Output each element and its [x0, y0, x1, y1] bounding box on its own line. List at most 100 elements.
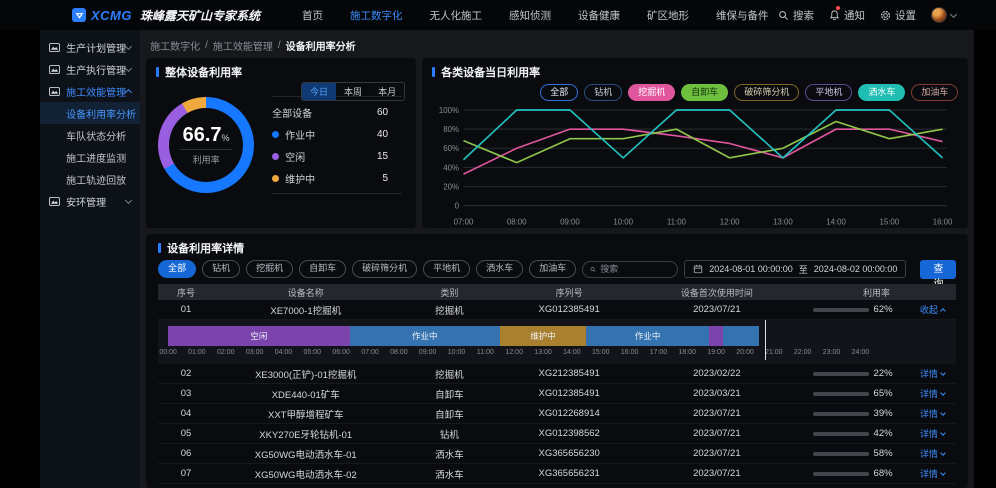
detail-link[interactable]: 详情 [908, 387, 956, 400]
sidebar-subitem-2[interactable]: 施工进度监测 [40, 146, 140, 168]
daily-filter-pill-2[interactable]: 挖掘机 [628, 84, 675, 101]
nav-item-1[interactable]: 施工数字化 [350, 8, 403, 23]
sidebar-group-3[interactable]: 安环管理 [40, 190, 140, 212]
cell-name: XE3000(正铲)-01挖掘机 [214, 367, 398, 381]
utilization-percent: 22% [874, 368, 893, 379]
sidebar: 生产计划管理生产执行管理施工效能管理设备利用率分析车队状态分析施工进度监测施工轨… [40, 30, 140, 488]
timeline-tick: 09:00 [419, 349, 437, 356]
settings-action[interactable]: 设置 [880, 8, 916, 23]
nav-item-4[interactable]: 设备健康 [578, 8, 620, 23]
cell-first-use: 2023/07/21 [637, 428, 797, 439]
daily-utilization-panel: 各类设备当日利用率 全部钻机挖掘机自卸车破碎筛分机平地机洒水车加油车 020%4… [422, 58, 968, 228]
sidebar-group-1[interactable]: 生产执行管理 [40, 58, 140, 80]
tab-1[interactable]: 本周 [336, 83, 370, 100]
timeline-tick: 13:00 [534, 349, 552, 356]
svg-text:60%: 60% [443, 144, 459, 153]
daily-filter-pill-5[interactable]: 平地机 [805, 84, 852, 101]
notification-action[interactable]: 通知 [829, 8, 865, 23]
chevron-down-icon [125, 196, 132, 203]
utilization-bar [813, 472, 869, 476]
search-label: 搜索 [793, 8, 814, 23]
utilization-percent: 42% [874, 428, 893, 439]
svg-text:08:00: 08:00 [507, 217, 527, 226]
series-洒水车 [464, 110, 943, 160]
nav-item-0[interactable]: 首页 [302, 8, 323, 23]
nav-item-5[interactable]: 矿区地形 [647, 8, 689, 23]
content-area: 施工数字化/施工效能管理/设备利用率分析 整体设备利用率 今日本周本月 66.7… [140, 30, 974, 488]
header-actions: 搜索 通知 设置 [778, 7, 996, 23]
detail-filter-pill-5[interactable]: 平地机 [423, 260, 470, 277]
sidebar-group-0[interactable]: 生产计划管理 [40, 36, 140, 58]
detail-link[interactable]: 详情 [908, 407, 956, 420]
detail-filter-pill-3[interactable]: 自卸车 [299, 260, 346, 277]
user-menu[interactable] [931, 7, 956, 23]
breadcrumb-item-0[interactable]: 施工数字化 [150, 38, 200, 53]
period-tabs: 今日本周本月 [301, 82, 405, 101]
settings-label: 设置 [895, 8, 916, 23]
cell-no: 01 [158, 304, 214, 315]
nav-item-3[interactable]: 感知侦测 [509, 8, 551, 23]
cell-name: XG50WG电动洒水车-02 [214, 467, 398, 481]
daily-filter-pill-3[interactable]: 自卸车 [681, 84, 728, 101]
utilization-percent: 58% [874, 448, 893, 459]
table-header: 序号设备名称类别序列号设备首次使用时间利用率 [158, 284, 956, 300]
stat-row-3: 维护中5 [272, 167, 402, 189]
sidebar-group-label: 安环管理 [66, 194, 126, 209]
svg-text:80%: 80% [443, 125, 459, 134]
timeline-segment-0: 空闲 [168, 326, 350, 346]
detail-filter-pill-6[interactable]: 洒水车 [476, 260, 523, 277]
date-separator: 至 [799, 263, 808, 276]
search-input[interactable] [600, 264, 670, 274]
chevron-up-icon [940, 308, 946, 314]
timeline-segment-3: 作业中 [586, 326, 709, 346]
detail-link[interactable]: 详情 [908, 447, 956, 460]
sidebar-group-label: 生产执行管理 [66, 62, 126, 77]
cell-first-use: 2023/03/21 [637, 388, 797, 399]
search-action[interactable]: 搜索 [778, 8, 814, 23]
tab-0[interactable]: 今日 [302, 83, 336, 100]
sidebar-subitem-1[interactable]: 车队状态分析 [40, 124, 140, 146]
daily-filter-pill-1[interactable]: 钻机 [584, 84, 622, 101]
daily-filter-pill-6[interactable]: 洒水车 [858, 84, 905, 101]
collapse-link[interactable]: 收起 [908, 303, 956, 316]
query-button[interactable]: 查询 [920, 260, 956, 279]
detail-filters: 全部钻机挖掘机自卸车破碎筛分机平地机洒水车加油车 [158, 260, 576, 277]
chevron-down-icon [940, 430, 946, 436]
detail-link[interactable]: 详情 [908, 467, 956, 480]
app-title: 珠峰露天矿山专家系统 [140, 7, 260, 24]
timeline-tick: 06:00 [332, 349, 350, 356]
main-layout: 生产计划管理生产执行管理施工效能管理设备利用率分析车队状态分析施工进度监测施工轨… [0, 30, 996, 488]
timeline-segment-4 [709, 326, 723, 346]
timeline-tick: 11:00 [477, 349, 494, 356]
daily-filter-pill-7[interactable]: 加油车 [911, 84, 958, 101]
nav-item-6[interactable]: 维保与备件 [716, 8, 769, 23]
nav-item-2[interactable]: 无人化施工 [430, 8, 483, 23]
detail-filter-pill-1[interactable]: 钻机 [202, 260, 240, 277]
stat-label: 维护中 [285, 171, 315, 186]
timeline-tick: 15:00 [592, 349, 610, 356]
table-row-04: 04XXT甲醇增程矿车自卸车XG0122689142023/07/2139%详情 [158, 404, 956, 424]
calendar-icon [693, 264, 703, 274]
gear-icon [880, 10, 891, 21]
daily-filter-pill-4[interactable]: 破碎筛分机 [734, 84, 799, 101]
detail-filter-pill-7[interactable]: 加油车 [529, 260, 576, 277]
cell-utilization: 62% [797, 304, 909, 315]
timeline-segment-2: 维护中 [500, 326, 587, 346]
breadcrumb-item-2[interactable]: 设备利用率分析 [286, 38, 356, 53]
donut-label: 利用率 [193, 153, 220, 166]
date-range-picker[interactable]: 2024-08-01 00:00:00 至 2024-08-02 00:00:0… [684, 260, 906, 278]
svg-text:12:00: 12:00 [720, 217, 740, 226]
sidebar-subitem-3[interactable]: 施工轨迹回放 [40, 168, 140, 190]
tab-2[interactable]: 本月 [370, 83, 404, 100]
detail-link[interactable]: 详情 [908, 367, 956, 380]
breadcrumb-item-1[interactable]: 施工效能管理 [213, 38, 273, 53]
detail-filter-pill-0[interactable]: 全部 [158, 260, 196, 277]
detail-link[interactable]: 详情 [908, 427, 956, 440]
sidebar-subitem-0[interactable]: 设备利用率分析 [40, 102, 140, 124]
sidebar-group-2[interactable]: 施工效能管理 [40, 80, 140, 102]
svg-text:0: 0 [455, 202, 460, 211]
detail-filter-pill-2[interactable]: 挖掘机 [246, 260, 293, 277]
detail-filter-pill-4[interactable]: 破碎筛分机 [352, 260, 417, 277]
daily-filter-pill-0[interactable]: 全部 [540, 84, 578, 101]
search-icon [590, 265, 596, 274]
